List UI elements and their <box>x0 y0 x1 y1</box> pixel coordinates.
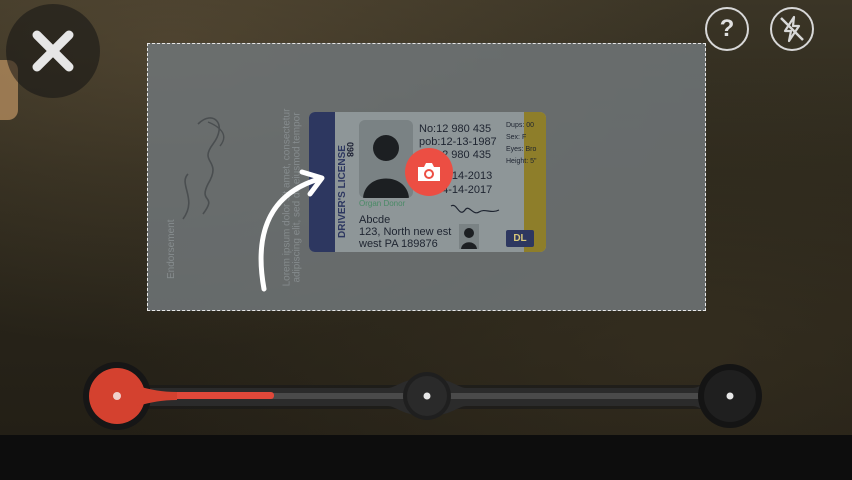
eyes-field: Eyes: Bro <box>506 146 537 153</box>
flash-off-icon <box>780 15 804 43</box>
signature-image <box>182 117 225 220</box>
address-line-2: west PA 189876 <box>359 238 438 250</box>
card-title: DRIVER'S LICENSE <box>337 145 348 238</box>
height-field: Height: 5" <box>506 158 537 165</box>
close-icon <box>32 30 74 72</box>
step-node-2[interactable] <box>403 372 451 420</box>
step-node-3[interactable] <box>698 364 762 428</box>
card-vertical-number: 098 <box>345 142 355 158</box>
endorsement-label: Endorsement <box>166 219 177 279</box>
portrait-photo <box>359 120 413 198</box>
help-icon: ? <box>719 15 735 42</box>
card-signature <box>450 204 500 214</box>
ghost-photo <box>459 224 479 249</box>
bottom-bar <box>0 435 852 480</box>
dl-badge: DL <box>506 230 534 247</box>
birth-date: pob:12-13-1987 <box>419 136 497 148</box>
curved-arrow-icon <box>258 169 325 292</box>
organ-donor-label: Organ Donor <box>359 199 406 208</box>
dups-field: Dups: 00 <box>506 122 535 129</box>
card-details: Dups: 00 Sex: F Eyes: Bro Height: 5" <box>506 120 537 168</box>
sex-field: Sex: F <box>506 134 527 141</box>
step-progress-slider[interactable] <box>82 360 772 430</box>
close-button[interactable] <box>6 4 100 98</box>
capture-button[interactable] <box>405 148 453 196</box>
camera-icon <box>418 163 440 181</box>
scan-frame: Endorsement Lorem ipsum dolor sit amet, … <box>147 43 706 311</box>
license-number: No:12 980 435 <box>419 123 492 135</box>
step-node-1[interactable] <box>83 362 177 430</box>
camera-viewfinder: ? Endorsement Lorem ipsum dolor sit amet… <box>0 0 852 435</box>
flash-toggle-button[interactable] <box>770 7 814 51</box>
help-button[interactable]: ? <box>705 7 749 51</box>
